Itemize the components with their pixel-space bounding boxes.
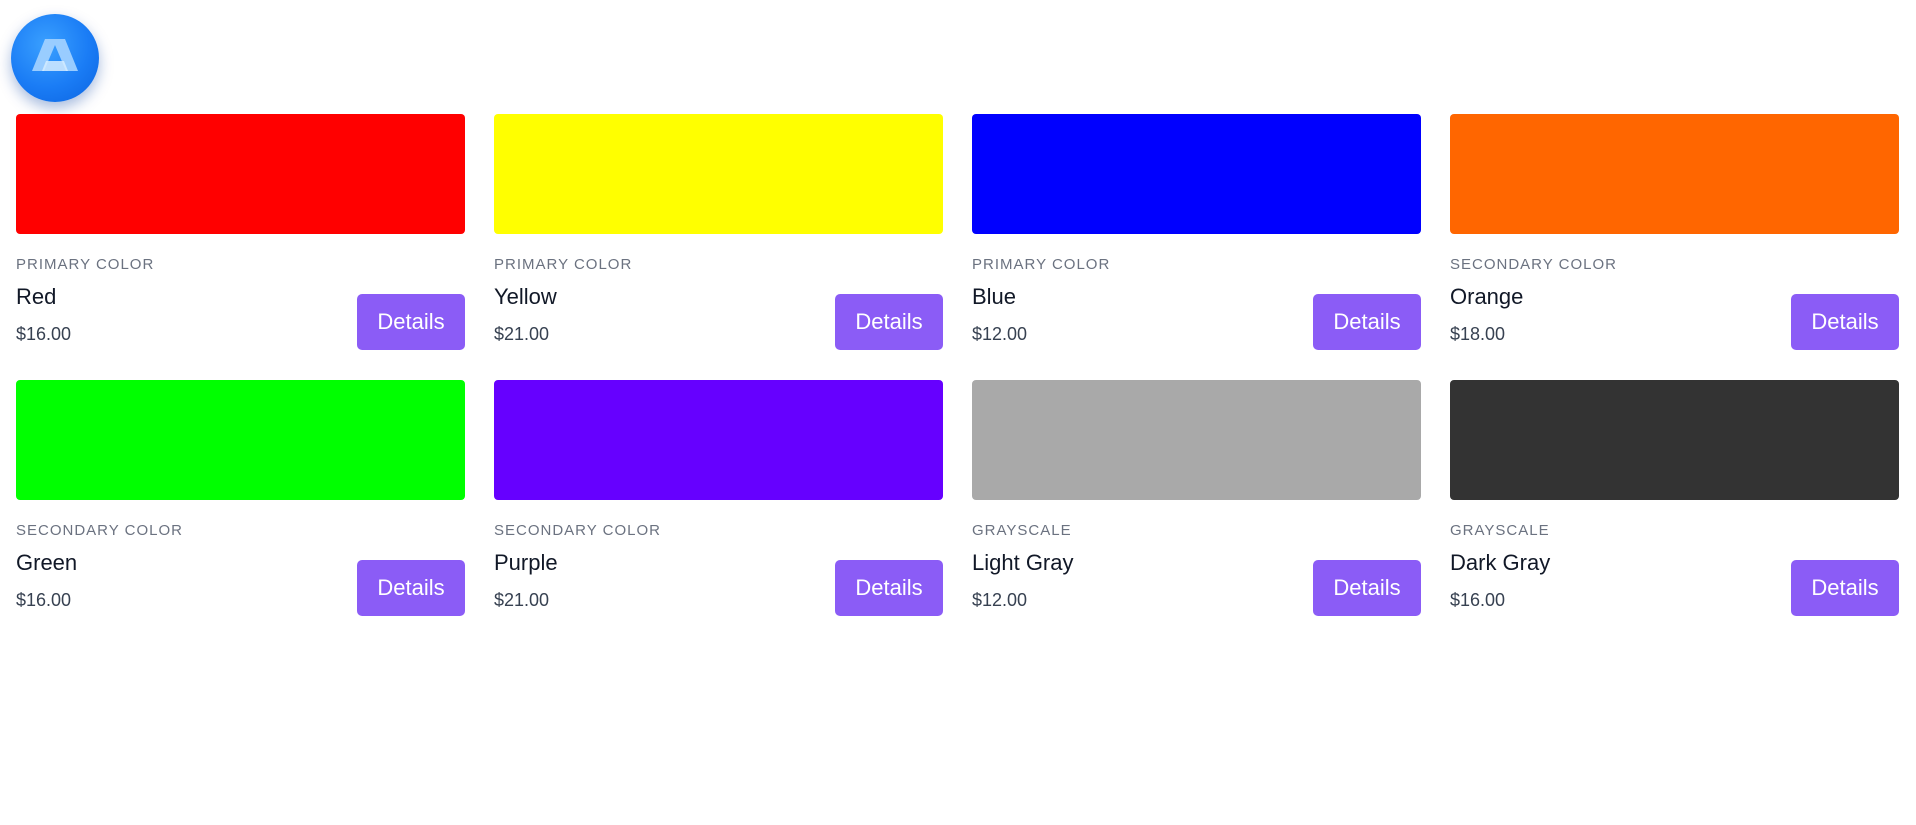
product-category: GRAYSCALE: [972, 522, 1072, 539]
color-swatch: [494, 380, 943, 500]
product-name: Red: [16, 284, 57, 309]
product-card: PRIMARY COLOR Blue $12.00 Details: [972, 114, 1421, 350]
details-button[interactable]: Details: [1313, 294, 1421, 350]
product-price: $16.00: [16, 590, 72, 610]
color-swatch: [16, 380, 465, 500]
product-price: $21.00: [494, 324, 550, 344]
product-price: $18.00: [1450, 324, 1506, 344]
details-button[interactable]: Details: [835, 294, 943, 350]
product-name: Orange: [1450, 284, 1524, 309]
product-category: SECONDARY COLOR: [16, 522, 183, 539]
product-category: GRAYSCALE: [1450, 522, 1550, 539]
product-category: PRIMARY COLOR: [16, 256, 155, 273]
product-category: PRIMARY COLOR: [972, 256, 1111, 273]
product-price: $21.00: [494, 590, 550, 610]
product-category: SECONDARY COLOR: [1450, 256, 1617, 273]
product-name: Purple: [494, 550, 558, 575]
app-logo-icon: [32, 39, 78, 71]
color-swatch: [1450, 380, 1899, 500]
details-button[interactable]: Details: [835, 560, 943, 616]
product-card: SECONDARY COLOR Purple $21.00 Details: [494, 380, 943, 616]
color-swatch: [1450, 114, 1899, 234]
color-swatch: [494, 114, 943, 234]
product-card: GRAYSCALE Light Gray $12.00 Details: [972, 380, 1421, 616]
product-grid: PRIMARY COLOR Red $16.00 Details PRIMARY…: [16, 114, 1899, 616]
product-price: $12.00: [972, 590, 1028, 610]
product-price: $12.00: [972, 324, 1028, 344]
product-name: Light Gray: [972, 550, 1074, 575]
product-name: Yellow: [494, 284, 557, 309]
app-logo[interactable]: [11, 14, 99, 102]
product-name: Dark Gray: [1450, 550, 1551, 575]
product-card: SECONDARY COLOR Orange $18.00 Details: [1450, 114, 1899, 350]
product-price: $16.00: [16, 324, 72, 344]
details-button[interactable]: Details: [1791, 294, 1899, 350]
product-name: Green: [16, 550, 78, 575]
details-button[interactable]: Details: [1791, 560, 1899, 616]
product-card: PRIMARY COLOR Yellow $21.00 Details: [494, 114, 943, 350]
product-card: SECONDARY COLOR Green $16.00 Details: [16, 380, 465, 616]
color-swatch: [972, 114, 1421, 234]
details-button[interactable]: Details: [357, 560, 465, 616]
details-button[interactable]: Details: [1313, 560, 1421, 616]
product-category: PRIMARY COLOR: [494, 256, 633, 273]
product-card: GRAYSCALE Dark Gray $16.00 Details: [1450, 380, 1899, 616]
product-card: PRIMARY COLOR Red $16.00 Details: [16, 114, 465, 350]
product-name: Blue: [972, 284, 1017, 309]
details-button[interactable]: Details: [357, 294, 465, 350]
product-price: $16.00: [1450, 590, 1506, 610]
product-category: SECONDARY COLOR: [494, 522, 661, 539]
color-swatch: [972, 380, 1421, 500]
color-swatch: [16, 114, 465, 234]
